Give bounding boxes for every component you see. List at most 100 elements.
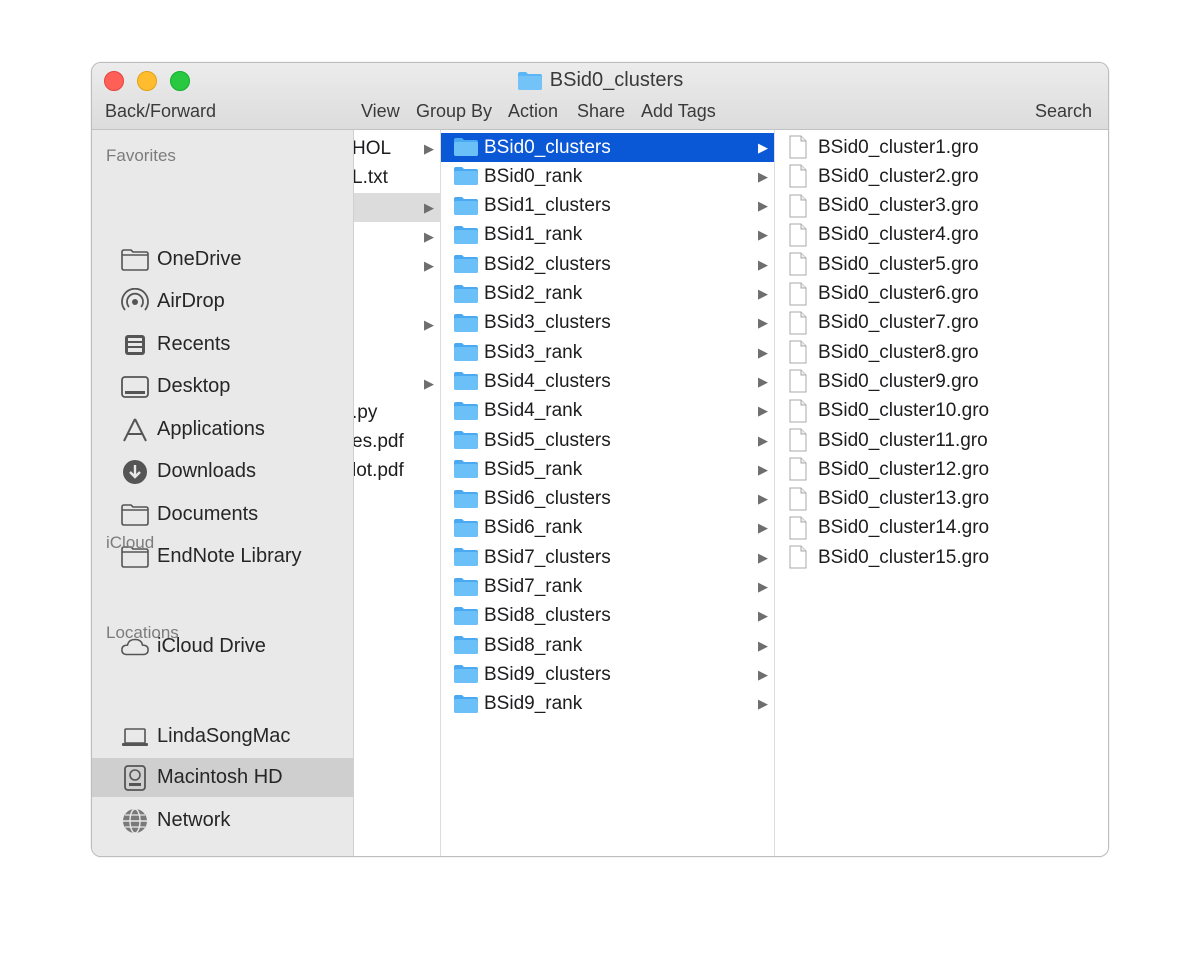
chevron-right-icon: ▶ [758, 608, 768, 624]
chevron-right-icon: ▶ [758, 491, 768, 507]
list-item[interactable]: .py [354, 398, 440, 427]
folder-row[interactable]: BSid0_rank ▶ [441, 162, 774, 191]
document-icon [789, 487, 807, 516]
view-button[interactable]: View [361, 101, 400, 122]
folder-row[interactable]: BSid1_clusters ▶ [441, 192, 774, 221]
sidebar-item-desktop[interactable]: Desktop [92, 367, 353, 406]
folder-icon [453, 635, 479, 660]
chevron-right-icon: ▶ [758, 579, 768, 594]
folder-row[interactable]: BSid4_rank ▶ [441, 397, 774, 426]
folder-row[interactable]: BSid6_rank ▶ [441, 514, 774, 543]
column-parent[interactable]: HOL ▶ L.txt ▶ ▶ ▶ ▶ ▶ .py es.pdf lot.pdf [354, 130, 441, 856]
folder-icon [453, 371, 479, 396]
back-forward-button[interactable]: Back/Forward [105, 101, 216, 122]
file-row[interactable]: BSid0_cluster13.gro [775, 485, 1108, 516]
group-by-button[interactable]: Group By [416, 101, 492, 122]
folder-icon [453, 342, 479, 367]
folder-icon [453, 430, 479, 455]
sidebar-item-label: Macintosh HD [157, 766, 283, 788]
sidebar-item-macintosh-hd[interactable]: Macintosh HD [92, 758, 353, 797]
column-files[interactable]: BSid0_cluster1.gro BSid0_cluster2.gro BSid… [775, 130, 1108, 856]
folder-row[interactable]: BSid7_clusters ▶ [441, 543, 774, 572]
desktop-icon [120, 374, 150, 400]
file-row[interactable]: BSid0_cluster6.gro [775, 280, 1108, 311]
document-icon [789, 135, 807, 164]
file-row[interactable]: BSid0_cluster12.gro [775, 455, 1108, 484]
chevron-right-icon: ▶ [758, 461, 768, 477]
folder-row[interactable]: BSid5_rank ▶ [441, 455, 774, 484]
chevron-right-icon: ▶ [758, 286, 768, 301]
chevron-right-icon: ▶ [758, 403, 768, 419]
document-icon [789, 194, 807, 223]
file-row[interactable]: BSid0_cluster11.gro [775, 426, 1108, 455]
column-folders[interactable]: BSid0_clusters ▶ BSid0_rank ▶ BSid1_clusters… [441, 130, 775, 856]
folder-row[interactable]: BSid2_rank ▶ [441, 280, 774, 309]
sidebar-item-onedrive[interactable]: OneDrive [92, 240, 353, 279]
sidebar-item-label: AirDrop [157, 290, 225, 312]
title-folder-icon [517, 71, 543, 91]
add-tags-button[interactable]: Add Tags [641, 101, 716, 122]
sidebar-item-applications[interactable]: Applications [92, 410, 353, 449]
finder-window: BSid0_clusters Back/Forward View Group B… [91, 62, 1109, 857]
sidebar-item-documents[interactable]: Documents [92, 495, 353, 534]
file-row[interactable]: BSid0_cluster8.gro [775, 338, 1108, 367]
folder-row[interactable]: BSid8_rank ▶ [441, 631, 774, 660]
folder-row[interactable]: BSid8_clusters ▶ [441, 602, 774, 631]
list-item[interactable]: lot.pdf [354, 456, 440, 485]
list-item[interactable]: HOL ▶ [354, 134, 440, 163]
folder-row-selected[interactable]: BSid0_clusters ▶ [441, 133, 774, 162]
sidebar-item-lindasongmac[interactable]: LindaSongMac [92, 717, 353, 756]
folder-row[interactable]: BSid9_rank ▶ [441, 690, 774, 719]
search-button[interactable]: Search [1035, 101, 1092, 122]
sidebar-item-label: Desktop [157, 375, 231, 397]
folder-row[interactable]: BSid2_clusters ▶ [441, 250, 774, 279]
file-row[interactable]: BSid0_cluster7.gro [775, 309, 1108, 338]
folder-row[interactable]: BSid4_clusters ▶ [441, 367, 774, 396]
list-item[interactable]: ▶ [354, 310, 440, 339]
document-icon [789, 164, 807, 193]
folder-row[interactable]: BSid3_rank ▶ [441, 338, 774, 367]
folder-icon [453, 547, 479, 572]
chevron-right-icon: ▶ [758, 666, 768, 682]
sidebar-item-label: LindaSongMac [157, 725, 291, 747]
share-button[interactable]: Share [577, 101, 625, 122]
sidebar-item-downloads[interactable]: Downloads [92, 452, 353, 491]
file-row[interactable]: BSid0_cluster10.gro [775, 397, 1108, 426]
file-row[interactable]: BSid0_cluster9.gro [775, 367, 1108, 398]
sidebar-item-airdrop[interactable]: AirDrop [92, 282, 353, 321]
file-row[interactable]: BSid0_cluster2.gro [775, 162, 1108, 193]
folder-row[interactable]: BSid7_rank ▶ [441, 573, 774, 602]
file-row[interactable]: BSid0_cluster14.gro [775, 514, 1108, 543]
file-row[interactable]: BSid0_cluster1.gro [775, 133, 1108, 164]
file-row[interactable]: BSid0_cluster3.gro [775, 192, 1108, 223]
icloud-header: iCloud [106, 533, 155, 552]
sidebar-item-label: Recents [157, 333, 231, 355]
list-item-selected[interactable]: ▶ [354, 193, 440, 222]
chevron-right-icon: ▶ [758, 637, 768, 653]
sidebar-item-label: EndNote Library [157, 545, 302, 567]
folder-row[interactable]: BSid9_clusters ▶ [441, 660, 774, 689]
file-row[interactable]: BSid0_cluster15.gro [775, 543, 1108, 572]
document-icon [789, 223, 807, 252]
action-button[interactable]: Action [508, 101, 558, 122]
folder-row[interactable]: BSid1_rank ▶ [441, 221, 774, 250]
list-item[interactable]: es.pdf [354, 427, 440, 456]
laptop-icon [120, 724, 150, 750]
sidebar-item-recents[interactable]: Recents [92, 325, 353, 364]
list-item[interactable]: ▶ [354, 222, 440, 251]
folder-icon [453, 313, 479, 338]
chevron-right-icon: ▶ [758, 344, 768, 360]
file-row[interactable]: BSid0_cluster5.gro [775, 250, 1108, 279]
sidebar-item-network[interactable]: Network [92, 801, 353, 840]
folder-row[interactable]: BSid6_clusters ▶ [441, 485, 774, 514]
list-item[interactable]: ▶ [354, 251, 440, 280]
folder-row[interactable]: BSid3_clusters ▶ [441, 309, 774, 338]
list-item[interactable]: L.txt [354, 163, 440, 192]
folder-icon [453, 254, 479, 279]
document-icon [789, 369, 807, 398]
folder-icon [120, 247, 150, 273]
list-item[interactable]: ▶ [354, 369, 440, 398]
document-icon [789, 282, 807, 311]
file-row[interactable]: BSid0_cluster4.gro [775, 221, 1108, 252]
folder-row[interactable]: BSid5_clusters ▶ [441, 426, 774, 455]
